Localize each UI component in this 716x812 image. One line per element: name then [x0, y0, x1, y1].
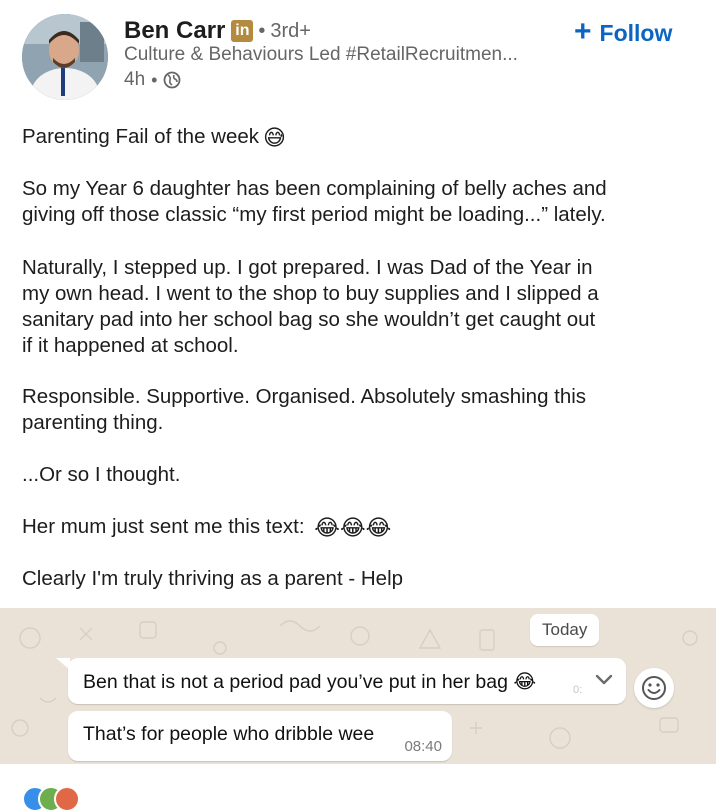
author-avatar[interactable]: [22, 14, 108, 100]
post-text-line: if it happened at school.: [22, 334, 239, 357]
author-line: Ben Carr in • 3rd+: [124, 14, 311, 48]
post-text-line: parenting thing.: [22, 411, 164, 434]
chat-message-bubble[interactable]: Ben that is not a period pad you’ve put …: [68, 658, 626, 704]
globe-icon: [163, 71, 181, 89]
laughing-emoji: 😂: [513, 671, 537, 693]
post-text-line: Parenting Fail of the week 😅: [22, 124, 286, 151]
follow-label: Follow: [599, 19, 673, 46]
connection-degree: 3rd+: [270, 19, 311, 42]
sweat-smile-emoji: 😅: [263, 125, 286, 150]
post-text-line: So my Year 6 daughter has been complaini…: [22, 177, 607, 200]
smiley-icon: [642, 676, 666, 700]
message-time-ghost: 0:: [573, 684, 583, 696]
linkedin-premium-badge: in: [231, 20, 254, 42]
date-chip: Today: [530, 614, 600, 646]
chat-screenshot-image[interactable]: Today Ben that is not a period pad you’v…: [0, 608, 716, 764]
laughing-emoji: 😂😂😂: [314, 515, 392, 540]
chat-message-bubble[interactable]: That’s for people who dribble wee 08:40: [68, 711, 452, 761]
post-text-line: Her mum just sent me this text: 😂😂😂: [22, 514, 391, 541]
separator-dot: •: [151, 69, 158, 90]
post-text-line: my own head. I went to the shop to buy s…: [22, 282, 599, 305]
post-text-line: giving off those classic “my first perio…: [22, 203, 606, 226]
chat-message-text: Ben that is not a period pad you’ve put …: [83, 670, 536, 694]
follow-button[interactable]: + Follow: [574, 16, 672, 50]
message-text: Ben that is not a period pad you’ve put …: [83, 671, 508, 693]
post-text: Parenting Fail of the week: [22, 125, 260, 148]
author-headline: Culture & Behaviours Led #RetailRecruitm…: [124, 44, 518, 65]
author-name[interactable]: Ben Carr: [124, 17, 225, 45]
post-meta: 4h •: [124, 68, 181, 92]
post-text-line: ...Or so I thought.: [22, 463, 181, 486]
post-text-line: Clearly I'm truly thriving as a parent -…: [22, 567, 404, 590]
post-text-line: sanitary pad into her school bag so she …: [22, 308, 596, 331]
plus-icon: +: [574, 14, 592, 48]
chevron-down-icon[interactable]: [592, 668, 616, 692]
post-text-line: Responsible. Supportive. Organised. Abso…: [22, 385, 587, 408]
chat-message-text: That’s for people who dribble wee: [83, 723, 375, 745]
post-text: Her mum just sent me this text:: [22, 515, 305, 538]
post-text-line: Naturally, I stepped up. I got prepared.…: [22, 256, 593, 279]
separator-dot: •: [258, 19, 266, 42]
love-reaction-icon: [54, 786, 80, 812]
message-time: 08:40: [404, 738, 442, 755]
post-time: 4h: [124, 69, 146, 90]
add-reaction-button[interactable]: [634, 668, 674, 708]
